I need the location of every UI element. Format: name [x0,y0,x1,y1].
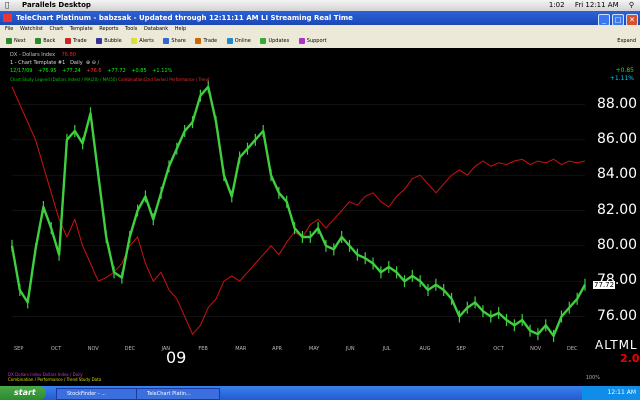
y-tick-label: 80.00 [597,236,638,253]
start-button[interactable]: start [0,386,46,400]
window-title: TeleChart Platinum - babzsak - Updated t… [16,14,353,22]
globe-icon [226,37,233,44]
alert-icon [131,37,138,44]
apple-icon[interactable]:  [5,0,9,11]
task-telechart[interactable]: TeleChart Platin... [136,388,220,400]
toolbar: Next Back Trade Bubble Alerts Share Trad… [0,34,640,49]
y-tick-label: 86.00 [597,130,638,147]
trade-icon [64,37,71,44]
alerts-button[interactable]: Alerts [129,34,156,48]
bubble-icon [96,37,103,44]
x-tick-label: JUN [345,346,355,352]
system-tray: 12:11 AM [582,386,640,400]
battery-label[interactable]: 1:02 [549,1,565,9]
x-tick-label: NOV [87,346,99,352]
status-zoom: 100% [585,375,600,381]
menu-tools[interactable]: Tools [125,26,137,32]
spotlight-icon[interactable]: ⚲ [629,1,634,9]
trade-button[interactable]: Trade [63,34,89,48]
menu-databank[interactable]: Databank [144,26,168,32]
x-tick-label: OCT [50,346,62,352]
x-tick-label: APR [272,346,282,352]
menu-chart[interactable]: Chart [49,26,63,32]
menu-file[interactable]: File [5,26,13,32]
x-tick-label: MAR [235,346,247,352]
arrow-right-icon [6,37,12,44]
app-icon [3,14,12,22]
updates-button[interactable]: Updates [258,34,291,48]
price-bars [10,80,587,342]
task-stockfinder[interactable]: StockFinder - ... [56,388,140,400]
chart-grid [12,104,585,317]
x-tick-label: AUG [419,346,431,352]
mac-app-name[interactable]: Parallels Desktop [22,0,91,11]
last-price-tag: 77.72 [593,281,616,289]
y-tick-label: 84.00 [597,166,638,183]
x-tick-label: JUL [382,346,391,352]
mac-menubar:  Parallels Desktop 1:02 Fri 12:11 AM ⚲ [0,0,640,11]
next-button[interactable]: Next [4,34,28,48]
price-path [10,85,587,338]
arrow-left-icon [35,37,42,44]
menu-reports[interactable]: Reports [99,26,118,32]
back-button[interactable]: Back [33,34,57,48]
menu-bar: File Watchlist Chart Template Reports To… [0,25,640,34]
window-titlebar: TeleChart Platinum - babzsak - Updated t… [0,11,640,26]
share-button[interactable]: Share [161,34,187,48]
y-tick-label: 76.00 [597,307,638,324]
online-button[interactable]: Online [225,34,253,48]
trade2-icon [195,37,202,44]
x-tick-label: DEC [124,346,136,352]
bottom-info-b: Combination / Performance / Trend Study … [8,377,102,382]
update-icon [260,37,267,44]
bubble-button[interactable]: Bubble [94,34,123,48]
mac-clock[interactable]: Fri 12:11 AM [575,1,619,9]
year-label: 09 [166,348,187,367]
menu-help[interactable]: Help [175,26,186,32]
taskbar: start StockFinder - ... TeleChart Platin… [0,386,640,400]
price-chart[interactable] [0,48,640,368]
trade2-button[interactable]: Trade [193,34,219,48]
x-tick-label: OCT [493,346,504,352]
menu-template[interactable]: Template [70,26,93,32]
support-button[interactable]: Support [297,34,329,48]
y-tick-label: 82.00 [597,201,638,218]
y-tick-label: 88.00 [597,95,638,112]
tray-clock: 12:11 AM [607,389,636,396]
expand-button[interactable]: Expand [617,34,636,48]
x-tick-label: DEC [567,346,578,352]
menu-watchlist[interactable]: Watchlist [20,26,43,32]
support-icon [298,37,305,44]
x-tick-label: NOV [530,346,542,352]
altml-value: 2.0 [620,352,640,365]
x-tick-label: SEP [14,346,24,352]
mac-menubar-right: 1:02 Fri 12:11 AM ⚲ [541,0,634,11]
bottom-info: DX Dollars Index Dollars Index / Daily C… [8,372,101,382]
x-tick-label: SEP [456,346,466,352]
x-tick-label: MAY [308,346,320,352]
altml-indicator[interactable]: ALTML [595,338,638,352]
x-tick-label: FEB [198,346,208,352]
share-icon [163,37,170,44]
